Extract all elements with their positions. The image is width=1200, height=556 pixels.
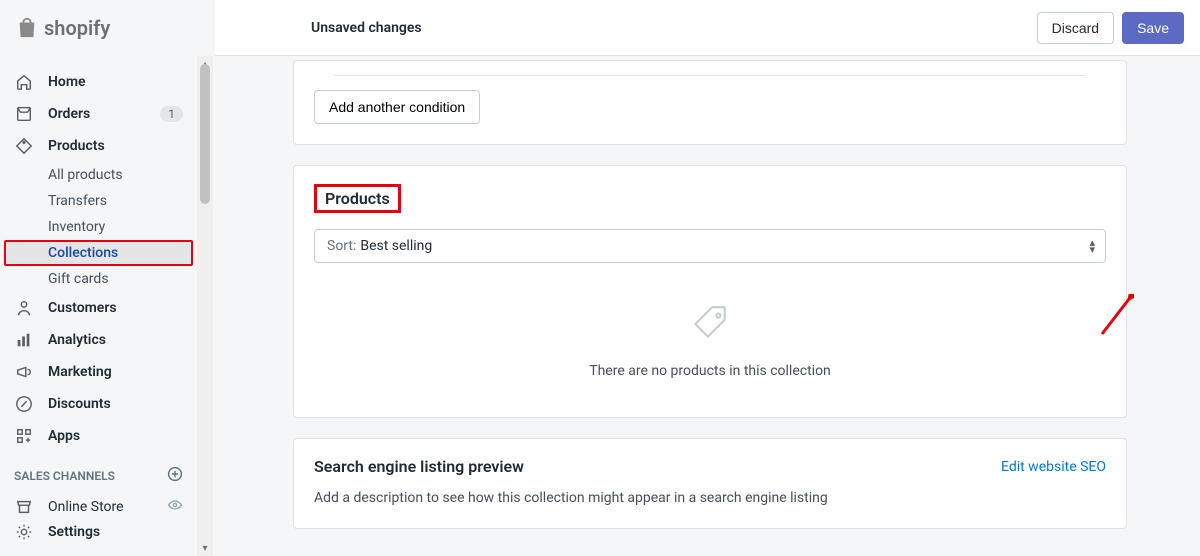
brand-text: shopify [44,16,110,40]
nav-inventory[interactable]: Inventory [0,214,197,240]
nav-apps-label: Apps [48,428,80,444]
nav-collections[interactable]: Collections [4,240,193,266]
nav-discounts[interactable]: Discounts [0,388,197,420]
scroll-down-icon[interactable]: ▾ [197,540,213,556]
add-channel-icon[interactable] [167,466,183,485]
nav-marketing[interactable]: Marketing [0,356,197,388]
unsaved-changes-label: Unsaved changes [311,20,422,36]
discard-button[interactable]: Discard [1037,12,1114,44]
seo-card: Search engine listing preview Edit websi… [293,438,1127,529]
footer-actions: Delete collection Save [293,549,1127,556]
add-condition-button[interactable]: Add another condition [314,90,480,124]
nav-marketing-label: Marketing [48,364,112,380]
price-tag-icon [689,303,731,345]
nav-home[interactable]: Home [0,66,197,98]
sales-channels-label: SALES CHANNELS [0,452,197,491]
megaphone-icon [14,362,34,382]
products-section-title: Products [314,184,401,213]
nav-discounts-label: Discounts [48,396,111,412]
nav-analytics[interactable]: Analytics [0,324,197,356]
tag-icon [14,136,34,156]
nav-products[interactable]: Products [0,130,197,162]
products-card: Products Sort: Best selling ▴▾ There are… [293,165,1127,418]
sort-value: Best selling [360,238,432,254]
apps-icon [14,426,34,446]
discount-icon [14,394,34,414]
customers-icon [14,298,34,318]
sidebar: Home Orders 1 Products All products Tran… [0,56,197,556]
gear-icon [14,522,34,542]
header-bar: Unsaved changes Discard Save [215,0,1200,56]
scroll-thumb[interactable] [200,64,210,204]
nav-analytics-label: Analytics [48,332,106,348]
nav-all-products[interactable]: All products [0,162,197,188]
orders-badge: 1 [160,106,183,122]
analytics-icon [14,330,34,350]
divider [334,75,1086,76]
nav-online-store-label: Online Store [48,499,124,515]
nav-transfers[interactable]: Transfers [0,188,197,214]
edit-seo-link[interactable]: Edit website SEO [1001,459,1106,475]
sort-label: Sort: [327,238,356,254]
eye-icon[interactable] [167,497,183,517]
sort-select[interactable]: Sort: Best selling ▴▾ [314,229,1106,263]
nav-home-label: Home [48,74,86,90]
shopify-bag-icon [16,16,38,40]
nav-gift-cards[interactable]: Gift cards [0,266,197,292]
shopify-logo[interactable]: shopify [0,16,126,40]
nav-customers[interactable]: Customers [0,292,197,324]
home-icon [14,72,34,92]
empty-state: There are no products in this collection [314,263,1106,389]
chevron-updown-icon: ▴▾ [1089,239,1095,253]
conditions-card: Add another condition [293,60,1127,145]
nav-settings[interactable]: Settings [0,516,197,548]
nav-apps[interactable]: Apps [0,420,197,452]
seo-title: Search engine listing preview [314,457,524,476]
save-button-top[interactable]: Save [1122,12,1184,44]
store-icon [14,497,34,517]
empty-text: There are no products in this collection [314,363,1106,379]
nav-products-label: Products [48,138,105,154]
nav-orders[interactable]: Orders 1 [0,98,197,130]
seo-description: Add a description to see how this collec… [314,490,1106,506]
nav-orders-label: Orders [48,106,90,122]
nav-customers-label: Customers [48,300,117,316]
nav-settings-label: Settings [48,524,100,540]
orders-icon [14,104,34,124]
sidebar-scrollbar[interactable]: ▴ ▾ [197,56,213,556]
